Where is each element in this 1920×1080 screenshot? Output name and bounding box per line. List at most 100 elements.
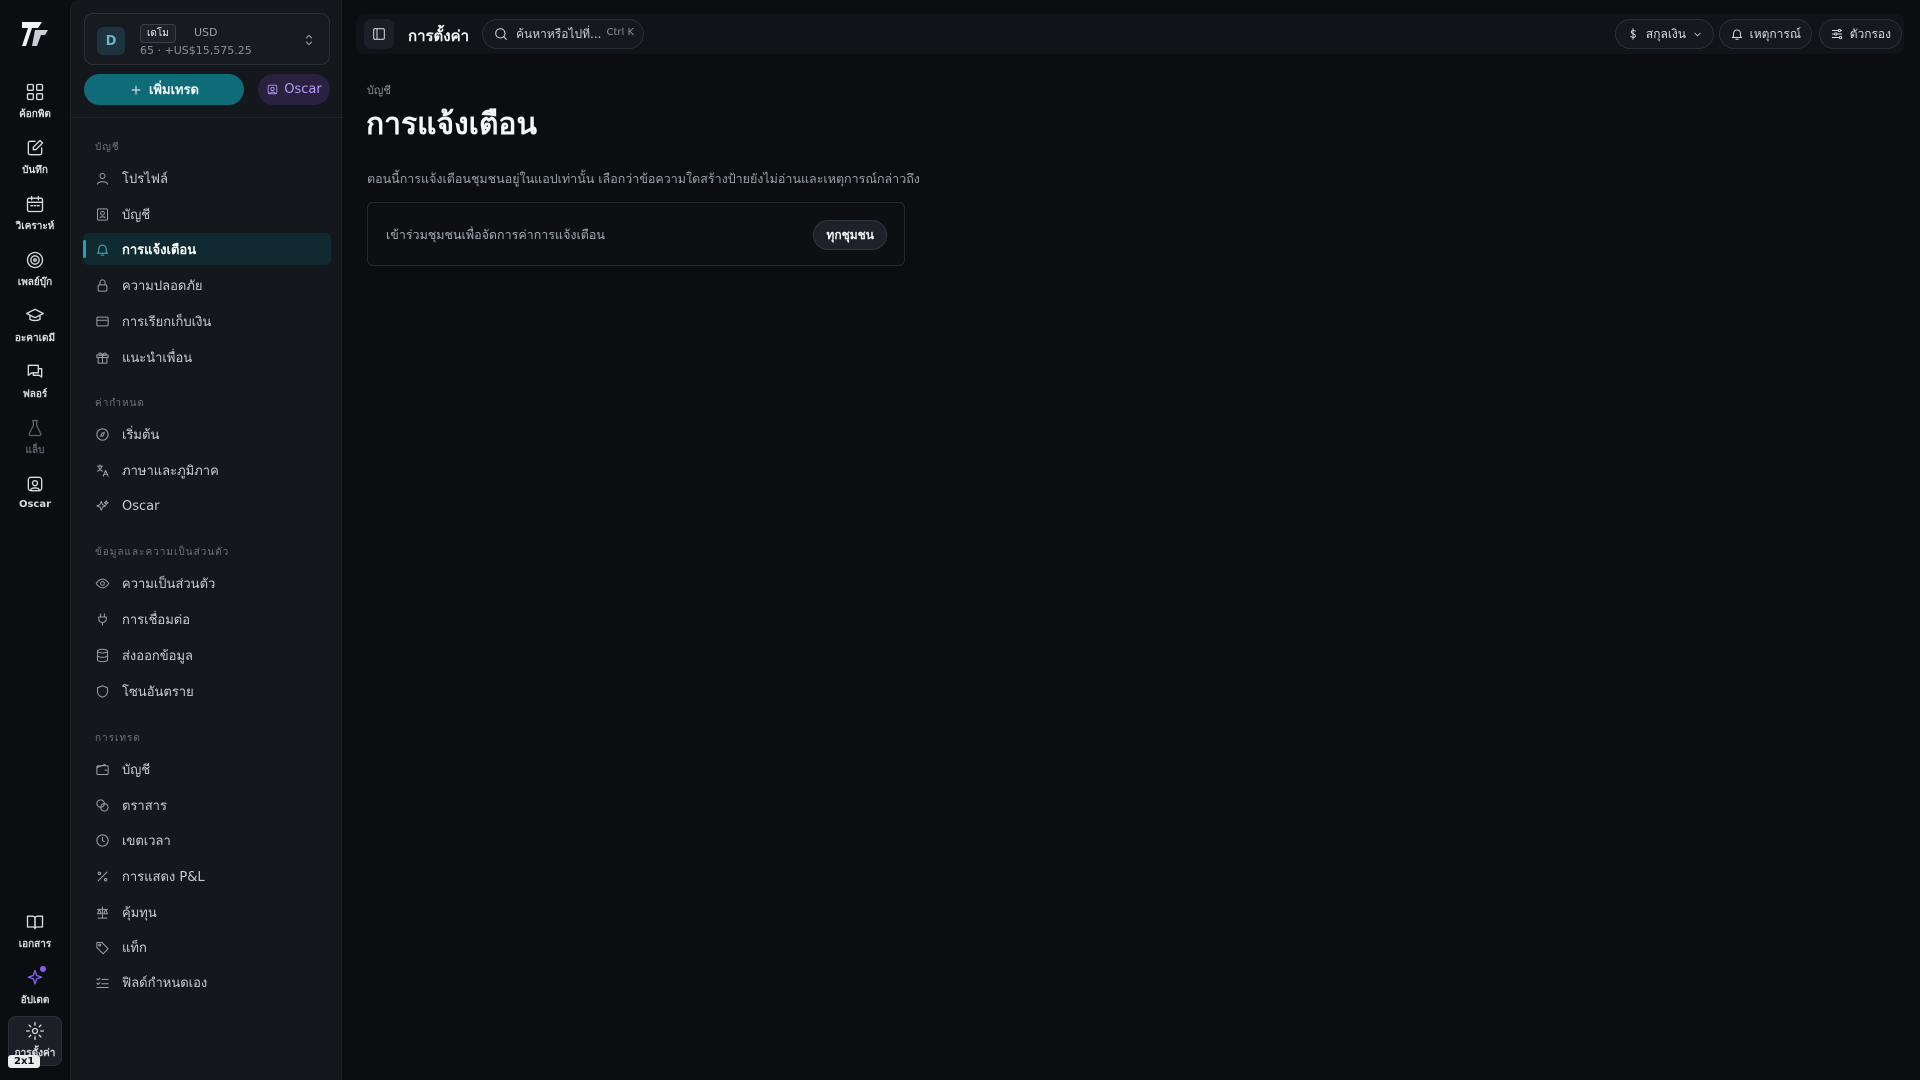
sidebar-item-label: การแสดง P&L <box>122 869 205 885</box>
rail-item-label: บันทึก <box>22 165 48 176</box>
section-heading-data-privacy: ข้อมูลและความเป็นส่วนตัว <box>95 547 230 558</box>
clock-icon <box>96 833 109 847</box>
gift-icon <box>96 352 109 364</box>
rail-item-playbook[interactable]: เพลย์บุ๊ก <box>4 246 66 300</box>
user-icon <box>97 172 108 185</box>
account-icon <box>97 207 108 221</box>
page-header-title: การตั้งค่า <box>408 27 470 45</box>
sidebar-item-connections[interactable]: การเชื่อมต่อ <box>83 603 331 635</box>
tag-icon <box>96 941 109 954</box>
sidebar-item-oscar[interactable]: Oscar <box>83 490 331 522</box>
community-notifications-card: เข้าร่วมชุมชนเพื่อจัดการค่าการแจ้งเตือน … <box>367 202 905 266</box>
credit-card-icon <box>96 316 109 326</box>
breadcrumb[interactable]: บัญชี <box>367 81 391 99</box>
plus-icon <box>131 84 141 95</box>
sidebar-item-label: บัญชี <box>122 762 151 778</box>
events-button[interactable]: เหตุการณ์ <box>1718 19 1812 49</box>
sidebar-item-referral[interactable]: แนะนำเพื่อน <box>83 341 331 373</box>
sidebar-item-privacy[interactable]: ความเป็นส่วนตัว <box>83 567 331 599</box>
sidebar-item-timezone[interactable]: เขตเวลา <box>83 824 331 856</box>
oscar-button[interactable]: Oscar <box>258 74 330 105</box>
rail-item-label: เพลย์บุ๊ก <box>17 277 53 288</box>
list-check-icon <box>96 977 109 988</box>
dollar-icon <box>1630 28 1636 40</box>
shield-icon <box>97 684 108 698</box>
sidebar-item-label: การเรียกเก็บเงิน <box>122 314 212 330</box>
bell-icon <box>1731 29 1742 40</box>
sidebar-toggle-button[interactable] <box>364 19 394 49</box>
search-placeholder: ค้นหาหรือไปที่... <box>516 26 602 41</box>
divider <box>71 117 343 118</box>
all-communities-button[interactable]: ทุกชุมชน <box>813 220 887 250</box>
sidebar-item-billing[interactable]: การเรียกเก็บเงิน <box>83 305 331 337</box>
rail-item-docs[interactable]: เอกสาร <box>4 908 66 962</box>
lock-icon <box>97 278 108 292</box>
app-rail: ค้อกพิต บันทึก วิเคราะห์ เพลย์บุ๊ก อะคาเ… <box>0 0 70 1080</box>
plug-icon <box>98 612 107 626</box>
sidebar-item-export-data[interactable]: ส่งออกข้อมูล <box>83 639 331 671</box>
sidebar-item-label: คุ้มทุน <box>122 905 157 921</box>
search-shortcut: Ctrl K <box>606 27 634 38</box>
sidebar-item-label: ความเป็นส่วนตัว <box>122 576 216 592</box>
rail-item-oscar[interactable]: Oscar <box>4 470 66 524</box>
rail-item-analytics[interactable]: วิเคราะห์ <box>4 190 66 244</box>
scale-icon <box>97 905 108 919</box>
section-heading-preferences: ค่ากำหนด <box>95 398 145 409</box>
rail-item-journal[interactable]: บันทึก <box>4 134 66 188</box>
rail-item-label: แล็บ <box>25 445 45 456</box>
sidebar-item-tags[interactable]: แท็ก <box>83 931 331 963</box>
sidebar-panel-icon <box>373 28 385 40</box>
filter-label: ตัวกรอง <box>1849 26 1891 41</box>
app-logo-icon[interactable] <box>19 18 51 50</box>
sidebar-item-trading-accounts[interactable]: บัญชี <box>83 753 331 785</box>
sliders-icon <box>1831 28 1842 40</box>
rail-item-cockpit[interactable]: ค้อกพิต <box>4 78 66 132</box>
chevron-down-icon <box>1694 32 1701 36</box>
sidebar-item-breakeven[interactable]: คุ้มทุน <box>83 896 331 928</box>
percent-icon <box>97 871 108 881</box>
sidebar-item-custom-fields[interactable]: ฟิลด์กำหนดเอง <box>83 966 331 998</box>
rail-item-label: ฟลอร์ <box>22 389 48 400</box>
sidebar-item-label: เริ่มต้น <box>122 427 160 443</box>
sidebar-item-notifications[interactable]: การแจ้งเตือน <box>83 233 331 265</box>
sidebar-item-label: ภาษาและภูมิภาค <box>122 463 219 479</box>
rail-item-academy[interactable]: อะคาเดมี <box>4 302 66 356</box>
rail-item-label: อะคาเดมี <box>14 333 56 344</box>
sidebar-item-security[interactable]: ความปลอดภัย <box>83 269 331 301</box>
eye-icon <box>95 578 110 588</box>
demo-badge: เดโม <box>140 24 176 43</box>
search-input[interactable]: ค้นหาหรือไปที่... Ctrl K <box>482 19 644 49</box>
calendar-icon <box>26 195 44 213</box>
rail-item-updates[interactable]: อัปเดต <box>4 964 66 1018</box>
sparkles-icon <box>96 499 109 511</box>
sidebar-item-getting-started[interactable]: เริ่มต้น <box>83 418 331 450</box>
sidebar-item-instruments[interactable]: ตราสาร <box>83 789 331 821</box>
book-icon <box>26 915 44 930</box>
sidebar-item-language-region[interactable]: ภาษาและภูมิภาค <box>83 454 331 486</box>
rail-item-floor[interactable]: ฟลอร์ <box>4 358 66 412</box>
add-trade-label: เพิ่มเทรด <box>148 83 200 98</box>
sidebar-item-danger-zone[interactable]: โซนอันตราย <box>83 675 331 707</box>
sidebar-item-label: โซนอันตราย <box>122 684 194 700</box>
filter-button[interactable]: ตัวกรอง <box>1818 19 1902 49</box>
section-heading-trading: การเทรด <box>95 733 141 744</box>
sidebar-item-profile[interactable]: โปรไฟล์ <box>83 162 331 194</box>
account-switcher[interactable]: D เดโม USD 65 · +US$15,575.25 <box>84 13 330 65</box>
gear-icon <box>26 1022 44 1040</box>
compass-icon <box>96 427 109 441</box>
sidebar-item-label: การเชื่อมต่อ <box>122 612 191 628</box>
sidebar-item-label: โปรไฟล์ <box>122 171 168 187</box>
sidebar-item-account[interactable]: บัญชี <box>83 198 331 230</box>
search-icon <box>495 28 507 40</box>
sidebar-item-label: แท็ก <box>122 940 147 956</box>
sidebar-item-label: การแจ้งเตือน <box>122 242 197 258</box>
sidebar-item-label: Oscar <box>122 498 160 514</box>
journal-icon <box>27 139 44 156</box>
currency-dropdown[interactable]: สกุลเงิน <box>1614 19 1714 49</box>
rail-item-lab[interactable]: แล็บ <box>4 414 66 468</box>
add-trade-button[interactable]: เพิ่มเทรด <box>84 74 244 105</box>
page-description: ตอนนี้การแจ้งเตือนชุมชนอยู่ในแอปเท่านั้น… <box>367 171 920 186</box>
account-currency: USD <box>194 26 218 39</box>
sidebar-item-pnl-display[interactable]: การแสดง P&L <box>83 860 331 892</box>
size-tag: 2x1 <box>8 1055 41 1068</box>
